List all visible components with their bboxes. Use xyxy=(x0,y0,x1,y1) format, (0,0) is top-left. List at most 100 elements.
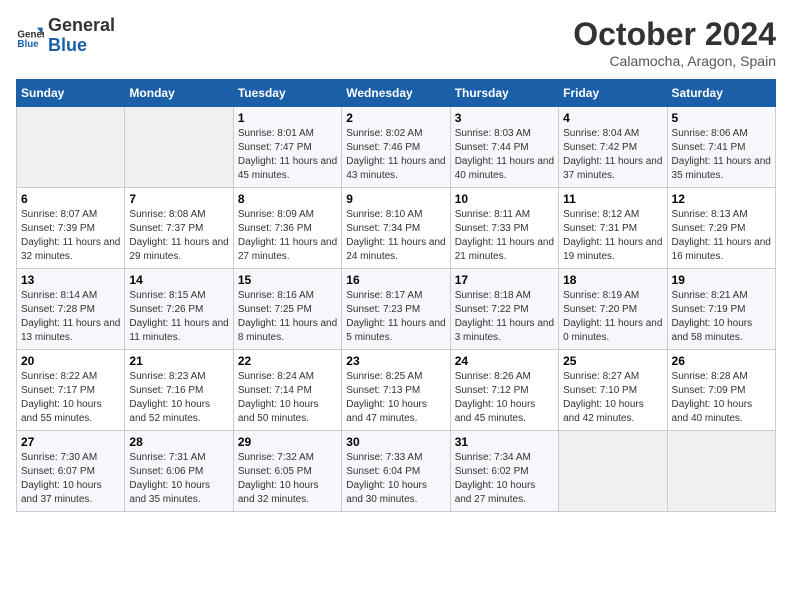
day-number: 15 xyxy=(238,273,337,287)
day-number: 5 xyxy=(672,111,771,125)
day-info: Sunrise: 8:08 AM Sunset: 7:37 PM Dayligh… xyxy=(129,208,228,264)
day-number: 8 xyxy=(238,192,337,206)
day-cell: 9 Sunrise: 8:10 AM Sunset: 7:34 PM Daylig… xyxy=(342,188,450,269)
day-number: 10 xyxy=(455,192,554,206)
day-number: 31 xyxy=(455,435,554,449)
day-number: 26 xyxy=(672,354,771,368)
day-cell: 13Sunrise: 8:14 AM Sunset: 7:28 PM Dayli… xyxy=(17,269,125,350)
day-header-tuesday: Tuesday xyxy=(233,80,341,107)
day-cell: 10 Sunrise: 8:11 AM Sunset: 7:33 PM Dayli… xyxy=(450,188,558,269)
week-row-4: 20 Sunrise: 8:22 AM Sunset: 7:17 PM Dayli… xyxy=(17,350,776,431)
day-number: 24 xyxy=(455,354,554,368)
day-info: Sunrise: 7:31 AM Sunset: 6:06 PM Dayligh… xyxy=(129,451,228,507)
day-cell: 25 Sunrise: 8:27 AM Sunset: 7:10 PM Dayli… xyxy=(559,350,667,431)
day-info: Sunrise: 8:18 AM Sunset: 7:22 PM Dayligh… xyxy=(455,289,554,345)
day-number: 7 xyxy=(129,192,228,206)
day-cell: 3Sunrise: 8:03 AM Sunset: 7:44 PM Daylig… xyxy=(450,107,558,188)
day-info: Sunrise: 8:17 AM Sunset: 7:23 PM Dayligh… xyxy=(346,289,445,345)
day-number: 28 xyxy=(129,435,228,449)
day-cell: 6 Sunrise: 8:07 AM Sunset: 7:39 PM Daylig… xyxy=(17,188,125,269)
day-cell: 31 Sunrise: 7:34 AM Sunset: 6:02 PM Dayli… xyxy=(450,431,558,512)
day-info: Sunrise: 7:30 AM Sunset: 6:07 PM Dayligh… xyxy=(21,451,120,507)
day-number: 21 xyxy=(129,354,228,368)
location-subtitle: Calamocha, Aragon, Spain xyxy=(573,53,776,69)
week-row-1: 1Sunrise: 8:01 AM Sunset: 7:47 PM Daylig… xyxy=(17,107,776,188)
day-cell: 29Sunrise: 7:32 AM Sunset: 6:05 PM Dayli… xyxy=(233,431,341,512)
day-number: 25 xyxy=(563,354,662,368)
day-number: 14 xyxy=(129,273,228,287)
day-info: Sunrise: 8:09 AM Sunset: 7:36 PM Dayligh… xyxy=(238,208,337,264)
month-title: October 2024 xyxy=(573,16,776,53)
day-info: Sunrise: 8:27 AM Sunset: 7:10 PM Dayligh… xyxy=(563,370,662,426)
svg-text:Blue: Blue xyxy=(17,39,39,50)
day-cell: 4Sunrise: 8:04 AM Sunset: 7:42 PM Daylig… xyxy=(559,107,667,188)
day-cell: 5Sunrise: 8:06 AM Sunset: 7:41 PM Daylig… xyxy=(667,107,775,188)
day-cell: 2Sunrise: 8:02 AM Sunset: 7:46 PM Daylig… xyxy=(342,107,450,188)
day-number: 12 xyxy=(672,192,771,206)
day-cell: 1Sunrise: 8:01 AM Sunset: 7:47 PM Daylig… xyxy=(233,107,341,188)
day-cell: 12 Sunrise: 8:13 AM Sunset: 7:29 PM Dayli… xyxy=(667,188,775,269)
day-info: Sunrise: 8:02 AM Sunset: 7:46 PM Dayligh… xyxy=(346,127,445,183)
day-info: Sunrise: 8:07 AM Sunset: 7:39 PM Dayligh… xyxy=(21,208,120,264)
day-number: 27 xyxy=(21,435,120,449)
day-info: Sunrise: 8:26 AM Sunset: 7:12 PM Dayligh… xyxy=(455,370,554,426)
week-row-2: 6 Sunrise: 8:07 AM Sunset: 7:39 PM Daylig… xyxy=(17,188,776,269)
day-number: 20 xyxy=(21,354,120,368)
day-info: Sunrise: 8:01 AM Sunset: 7:47 PM Dayligh… xyxy=(238,127,337,183)
day-info: Sunrise: 7:33 AM Sunset: 6:04 PM Dayligh… xyxy=(346,451,445,507)
day-cell xyxy=(17,107,125,188)
day-info: Sunrise: 8:16 AM Sunset: 7:25 PM Dayligh… xyxy=(238,289,337,345)
day-cell: 19Sunrise: 8:21 AM Sunset: 7:19 PM Dayli… xyxy=(667,269,775,350)
day-header-saturday: Saturday xyxy=(667,80,775,107)
day-cell: 18Sunrise: 8:19 AM Sunset: 7:20 PM Dayli… xyxy=(559,269,667,350)
day-number: 22 xyxy=(238,354,337,368)
day-info: Sunrise: 8:11 AM Sunset: 7:33 PM Dayligh… xyxy=(455,208,554,264)
day-cell: 15 Sunrise: 8:16 AM Sunset: 7:25 PM Dayli… xyxy=(233,269,341,350)
day-number: 9 xyxy=(346,192,445,206)
day-info: Sunrise: 8:12 AM Sunset: 7:31 PM Dayligh… xyxy=(563,208,662,264)
day-number: 30 xyxy=(346,435,445,449)
day-cell: 14 Sunrise: 8:15 AM Sunset: 7:26 PM Dayli… xyxy=(125,269,233,350)
day-info: Sunrise: 8:21 AM Sunset: 7:19 PM Dayligh… xyxy=(672,289,771,345)
day-number: 29 xyxy=(238,435,337,449)
day-cell: 27 Sunrise: 7:30 AM Sunset: 6:07 PM Dayli… xyxy=(17,431,125,512)
day-cell: 26Sunrise: 8:28 AM Sunset: 7:09 PM Dayli… xyxy=(667,350,775,431)
day-cell: 11 Sunrise: 8:12 AM Sunset: 7:31 PM Dayli… xyxy=(559,188,667,269)
day-number: 18 xyxy=(563,273,662,287)
day-number: 3 xyxy=(455,111,554,125)
day-cell: 21 Sunrise: 8:23 AM Sunset: 7:16 PM Dayli… xyxy=(125,350,233,431)
day-cell: 17Sunrise: 8:18 AM Sunset: 7:22 PM Dayli… xyxy=(450,269,558,350)
day-cell: 23Sunrise: 8:25 AM Sunset: 7:13 PM Dayli… xyxy=(342,350,450,431)
day-cell: 7 Sunrise: 8:08 AM Sunset: 7:37 PM Daylig… xyxy=(125,188,233,269)
calendar-table: SundayMondayTuesdayWednesdayThursdayFrid… xyxy=(16,79,776,512)
day-cell: 24 Sunrise: 8:26 AM Sunset: 7:12 PM Dayli… xyxy=(450,350,558,431)
day-info: Sunrise: 7:34 AM Sunset: 6:02 PM Dayligh… xyxy=(455,451,554,507)
day-cell: 22 Sunrise: 8:24 AM Sunset: 7:14 PM Dayli… xyxy=(233,350,341,431)
day-header-thursday: Thursday xyxy=(450,80,558,107)
day-info: Sunrise: 8:15 AM Sunset: 7:26 PM Dayligh… xyxy=(129,289,228,345)
day-cell: 30 Sunrise: 7:33 AM Sunset: 6:04 PM Dayli… xyxy=(342,431,450,512)
day-cell: 16 Sunrise: 8:17 AM Sunset: 7:23 PM Dayli… xyxy=(342,269,450,350)
page-header: General Blue General Blue October 2024 C… xyxy=(16,16,776,69)
day-info: Sunrise: 8:10 AM Sunset: 7:34 PM Dayligh… xyxy=(346,208,445,264)
day-number: 11 xyxy=(563,192,662,206)
calendar-body: 1Sunrise: 8:01 AM Sunset: 7:47 PM Daylig… xyxy=(17,107,776,512)
week-row-3: 13Sunrise: 8:14 AM Sunset: 7:28 PM Dayli… xyxy=(17,269,776,350)
day-info: Sunrise: 8:22 AM Sunset: 7:17 PM Dayligh… xyxy=(21,370,120,426)
day-info: Sunrise: 8:13 AM Sunset: 7:29 PM Dayligh… xyxy=(672,208,771,264)
day-info: Sunrise: 8:23 AM Sunset: 7:16 PM Dayligh… xyxy=(129,370,228,426)
day-number: 13 xyxy=(21,273,120,287)
title-block: October 2024 Calamocha, Aragon, Spain xyxy=(573,16,776,69)
day-header-monday: Monday xyxy=(125,80,233,107)
day-cell: 20 Sunrise: 8:22 AM Sunset: 7:17 PM Dayli… xyxy=(17,350,125,431)
day-info: Sunrise: 8:24 AM Sunset: 7:14 PM Dayligh… xyxy=(238,370,337,426)
day-cell xyxy=(559,431,667,512)
day-number: 6 xyxy=(21,192,120,206)
day-cell: 28 Sunrise: 7:31 AM Sunset: 6:06 PM Dayli… xyxy=(125,431,233,512)
day-cell xyxy=(125,107,233,188)
logo: General Blue General Blue xyxy=(16,16,115,56)
day-number: 4 xyxy=(563,111,662,125)
day-cell: 8 Sunrise: 8:09 AM Sunset: 7:36 PM Daylig… xyxy=(233,188,341,269)
day-header-friday: Friday xyxy=(559,80,667,107)
day-number: 16 xyxy=(346,273,445,287)
